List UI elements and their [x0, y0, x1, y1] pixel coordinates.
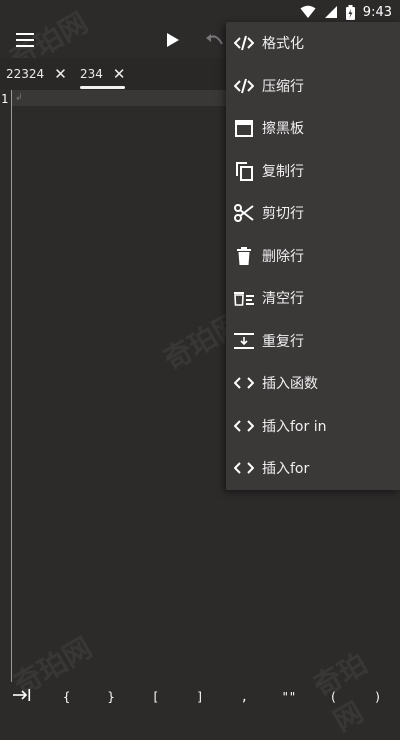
trash-icon [234, 246, 254, 266]
play-icon [167, 33, 179, 47]
undo-button[interactable] [201, 26, 229, 54]
menu-item-copy-line[interactable]: 复制行 [226, 150, 400, 193]
tab-key-icon [13, 689, 31, 701]
code-icon [234, 33, 254, 53]
status-time: 9:43 [362, 4, 392, 20]
clear-lines-icon [234, 288, 254, 308]
overflow-menu: 格式化 压缩行 擦黑板 复制行 剪切行 删除行 清空行 重复行 插入函数 插入f… [226, 22, 400, 490]
menu-item-label: 重复行 [262, 333, 304, 350]
menu-item-label: 插入for in [262, 418, 327, 435]
close-icon[interactable]: ✕ [54, 65, 67, 83]
symbol-key[interactable]: [ [139, 690, 173, 704]
battery-icon [345, 4, 355, 20]
menu-item-label: 插入for [262, 461, 310, 478]
menu-item-label: 复制行 [262, 163, 304, 180]
tab-label: 22324 [6, 67, 45, 81]
symbol-key[interactable]: "" [272, 690, 306, 704]
menu-item-format[interactable]: 格式化 [226, 22, 400, 65]
code-icon [234, 76, 254, 96]
gutter-divider [11, 90, 12, 682]
angle-brackets-icon [234, 373, 254, 393]
angle-brackets-icon [234, 416, 254, 436]
line-end-marker: ↲ [15, 93, 23, 103]
tab-22324[interactable]: 22324 ✕ [6, 58, 67, 90]
status-bar: 9:43 [0, 0, 400, 24]
signal-icon [324, 5, 338, 19]
menu-item-cut-line[interactable]: 剪切行 [226, 192, 400, 235]
symbol-key[interactable]: ) [361, 690, 395, 704]
menu-item-label: 清空行 [262, 291, 304, 308]
angle-brackets-icon [234, 458, 254, 478]
symbol-key[interactable]: } [94, 690, 128, 704]
menu-item-insert-for-in[interactable]: 插入for in [226, 405, 400, 448]
menu-item-insert-for[interactable]: 插入for [226, 447, 400, 490]
undo-icon [206, 34, 223, 45]
symbol-key[interactable]: { [50, 690, 84, 704]
menu-item-duplicate-line[interactable]: 重复行 [226, 320, 400, 363]
menu-item-label: 插入函数 [262, 376, 318, 393]
menu-item-clear-line[interactable]: 清空行 [226, 277, 400, 320]
scissors-icon [234, 203, 254, 223]
menu-item-label: 擦黑板 [262, 121, 304, 138]
calendar-icon [234, 118, 254, 138]
menu-item-compress[interactable]: 压缩行 [226, 65, 400, 108]
close-icon[interactable]: ✕ [113, 65, 126, 83]
copy-icon [234, 161, 254, 181]
menu-item-insert-function[interactable]: 插入函数 [226, 362, 400, 405]
symbol-key[interactable]: ( [316, 690, 350, 704]
menu-item-clear-board[interactable]: 擦黑板 [226, 107, 400, 150]
symbol-key[interactable]: , [227, 690, 261, 704]
tab-label: 234 [80, 67, 103, 81]
line-number: 1 [1, 92, 9, 106]
menu-item-label: 格式化 [262, 36, 304, 53]
menu-item-delete-line[interactable]: 删除行 [226, 235, 400, 278]
menu-item-label: 剪切行 [262, 206, 304, 223]
menu-button[interactable] [11, 26, 39, 54]
symbol-key[interactable]: ] [183, 690, 217, 704]
menu-item-label: 压缩行 [262, 78, 304, 95]
symbol-bar: { } [ ] , "" ( ) [0, 682, 400, 711]
hamburger-icon [16, 33, 34, 47]
wifi-icon [300, 5, 316, 19]
menu-item-label: 删除行 [262, 248, 304, 265]
tab-key-button[interactable] [5, 689, 39, 704]
tab-234[interactable]: 234 ✕ [80, 58, 126, 90]
run-button[interactable] [159, 26, 187, 54]
duplicate-line-icon [234, 331, 254, 351]
